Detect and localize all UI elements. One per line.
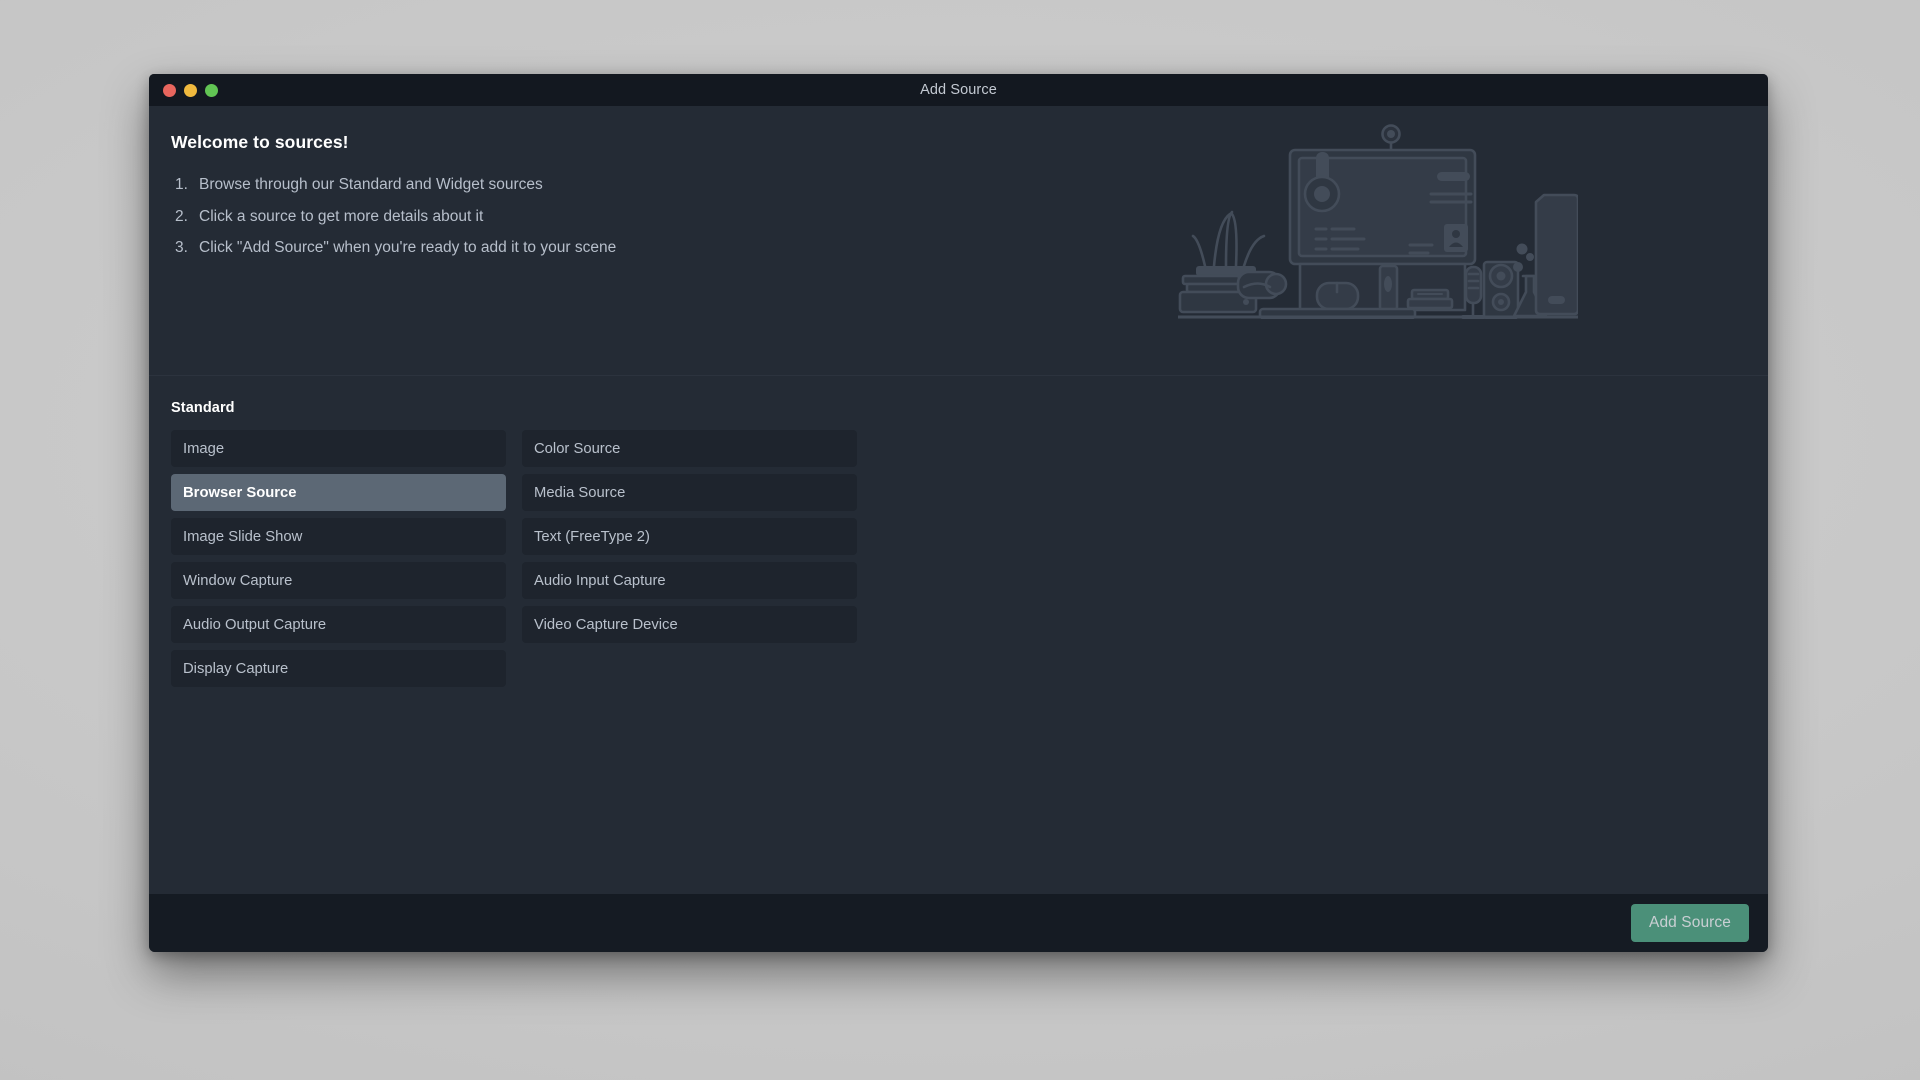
dialog-footer: Add Source bbox=[149, 894, 1768, 952]
source-item-image[interactable]: Image bbox=[171, 430, 506, 467]
welcome-step: Click a source to get more details about… bbox=[175, 207, 484, 225]
sources-grid: Image Browser Source Image Slide Show Wi… bbox=[171, 430, 1746, 731]
source-item-window-capture[interactable]: Window Capture bbox=[171, 562, 506, 599]
welcome-steps-list: Browse through our Standard and Widget s… bbox=[171, 177, 1768, 256]
source-item-color-source[interactable]: Color Source bbox=[522, 430, 857, 467]
maximize-window-icon[interactable] bbox=[205, 83, 218, 97]
window-controls bbox=[163, 83, 218, 97]
sources-panel: Standard Image Browser Source Image Slid… bbox=[149, 376, 1768, 894]
close-window-icon[interactable] bbox=[163, 83, 176, 97]
grid-spacer bbox=[522, 650, 857, 687]
welcome-step: Browse through our Standard and Widget s… bbox=[175, 176, 543, 193]
window-title: Add Source bbox=[920, 82, 997, 98]
welcome-heading: Welcome to sources! bbox=[171, 132, 349, 152]
add-source-window: Add Source Welcome to sources! Browse th… bbox=[149, 74, 1768, 952]
source-item-image-slide-show[interactable]: Image Slide Show bbox=[171, 518, 506, 555]
grid-spacer bbox=[522, 694, 857, 731]
source-item-display-capture[interactable]: Display Capture bbox=[171, 650, 506, 687]
add-source-button[interactable]: Add Source bbox=[1631, 904, 1749, 942]
source-item-audio-input-capture[interactable]: Audio Input Capture bbox=[522, 562, 857, 599]
sources-group-title: Standard bbox=[171, 400, 235, 416]
welcome-step: Click "Add Source" when you're ready to … bbox=[175, 239, 617, 256]
window-titlebar[interactable]: Add Source bbox=[149, 74, 1768, 106]
source-item-media-source[interactable]: Media Source bbox=[522, 474, 857, 511]
minimize-window-icon[interactable] bbox=[184, 83, 197, 97]
source-item-audio-output-capture[interactable]: Audio Output Capture bbox=[171, 606, 506, 643]
grid-spacer bbox=[171, 694, 506, 731]
source-item-browser-source[interactable]: Browser Source bbox=[171, 474, 506, 511]
welcome-panel: Welcome to sources! Browse through our S… bbox=[149, 106, 1768, 376]
source-item-video-capture-device[interactable]: Video Capture Device bbox=[522, 606, 857, 643]
source-item-text-freetype2[interactable]: Text (FreeType 2) bbox=[522, 518, 857, 555]
